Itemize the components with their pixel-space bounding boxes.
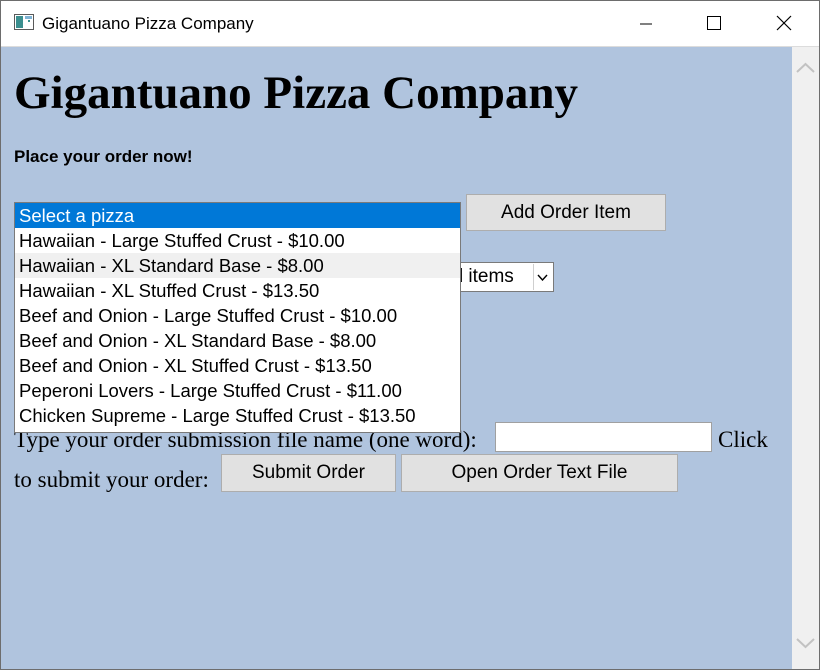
close-icon	[776, 15, 792, 31]
pizza-option[interactable]: Beef and Onion - XL Standard Base - $8.0…	[15, 328, 460, 353]
pizza-option[interactable]: Beef and Onion - XL Stuffed Crust - $13.…	[15, 353, 460, 378]
vertical-scrollbar[interactable]	[792, 47, 819, 669]
scroll-down-icon[interactable]	[796, 636, 815, 654]
page-subtitle: Place your order now!	[14, 147, 193, 166]
maximize-icon	[707, 16, 721, 30]
close-button[interactable]	[761, 1, 807, 46]
pizza-option[interactable]: Select a pizza	[15, 203, 460, 228]
page-content: Gigantuano Pizza Company Place your orde…	[1, 47, 792, 669]
minimize-button[interactable]	[623, 1, 669, 46]
maximize-button[interactable]	[691, 1, 737, 46]
submit-label: to submit your order:	[14, 467, 209, 492]
minimize-icon	[640, 23, 652, 25]
submit-order-button[interactable]: Submit Order	[221, 454, 396, 492]
window-title: Gigantuano Pizza Company	[42, 14, 254, 33]
app-icon	[14, 14, 34, 30]
open-order-text-file-button[interactable]: Open Order Text File	[401, 454, 678, 492]
pizza-option[interactable]: Peperoni Lovers - Large Stuffed Crust - …	[15, 378, 460, 403]
pizza-option[interactable]: Chicken Supreme - Large Stuffed Crust - …	[15, 403, 460, 428]
app-window: Gigantuano Pizza Company Gigantuano Pizz…	[0, 0, 820, 670]
filename-input[interactable]	[495, 422, 712, 452]
scroll-up-icon[interactable]	[796, 61, 815, 79]
pizza-option[interactable]: Beef and Onion - Large Stuffed Crust - $…	[15, 303, 460, 328]
pizza-dropdown-list[interactable]: Select a pizza Hawaiian - Large Stuffed C…	[14, 202, 461, 433]
click-label: Click	[718, 427, 768, 452]
pizza-option[interactable]: Hawaiian - XL Stuffed Crust - $13.50	[15, 278, 460, 303]
page-title: Gigantuano Pizza Company	[14, 67, 579, 119]
title-bar: Gigantuano Pizza Company	[1, 1, 819, 47]
pizza-option[interactable]: Hawaiian - Large Stuffed Crust - $10.00	[15, 228, 460, 253]
pizza-option[interactable]: Hawaiian - XL Standard Base - $8.00	[15, 253, 460, 278]
add-order-item-button[interactable]: Add Order Item	[466, 194, 666, 231]
chevron-down-icon	[533, 264, 552, 290]
